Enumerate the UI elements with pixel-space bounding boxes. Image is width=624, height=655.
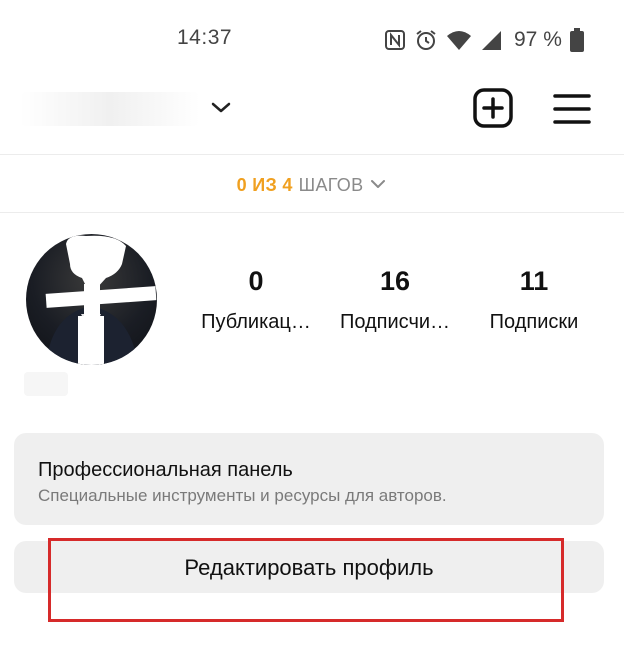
stat-posts-label: Публикац… [201,311,311,333]
stat-following-label: Подписки [489,311,579,333]
stat-following-value: 11 [519,266,549,296]
new-post-icon[interactable] [473,88,513,128]
signal-icon [480,29,502,51]
steps-label: ШАГОВ [298,174,364,195]
status-icons: 97 % [384,26,584,54]
menu-icon[interactable] [553,92,591,126]
onboarding-steps[interactable]: 0 ИЗ 4 ШАГОВ [0,172,624,198]
header-divider [0,154,624,155]
nfc-icon [384,29,406,51]
stat-following[interactable]: 11 Подписки [464,266,604,334]
chevron-down-icon[interactable] [208,98,234,118]
stat-followers[interactable]: 16 Подписчи… [325,266,465,334]
status-time: 14:37 [177,26,233,49]
stat-followers-value: 16 [379,266,411,296]
stat-posts[interactable]: 0 Публикац… [186,266,326,334]
stat-followers-label: Подписчи… [339,311,451,333]
steps-divider [0,212,624,213]
professional-panel-title: Профессиональная панель [38,459,293,481]
name-redacted [24,372,68,396]
battery-percent: 97 % [514,28,562,51]
username-redacted[interactable] [20,92,200,126]
steps-progress: 0 ИЗ 4 [236,174,293,195]
highlight-annotation [48,538,564,622]
wifi-icon [446,29,472,51]
professional-panel-subtitle: Специальные инструменты и ресурсы для ав… [38,486,447,505]
alarm-icon [414,28,438,52]
stat-posts-value: 0 [248,266,264,296]
chevron-down-icon [369,175,387,196]
avatar[interactable] [26,234,157,365]
battery-icon [569,28,584,52]
